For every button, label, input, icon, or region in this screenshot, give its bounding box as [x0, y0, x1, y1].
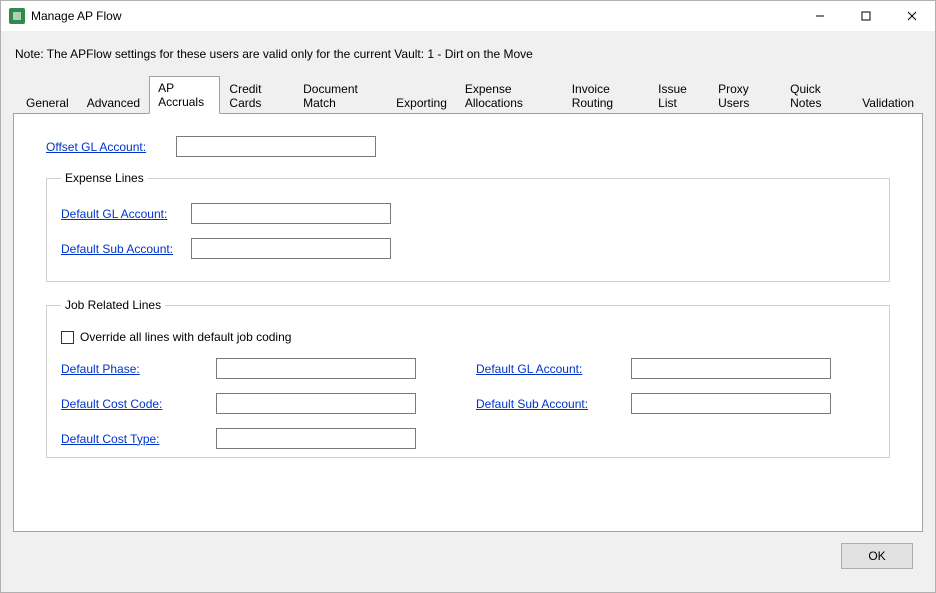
- row-override-checkbox: Override all lines with default job codi…: [61, 330, 875, 344]
- maximize-button[interactable]: [843, 1, 889, 31]
- close-button[interactable]: [889, 1, 935, 31]
- tab-quick-notes[interactable]: Quick Notes: [781, 77, 853, 114]
- tab-general[interactable]: General: [17, 91, 78, 114]
- maximize-icon: [861, 11, 871, 21]
- default-cost-code-input[interactable]: [216, 393, 416, 414]
- expense-default-sub-label[interactable]: Default Sub Account:: [61, 242, 191, 256]
- tab-issue-list[interactable]: Issue List: [649, 77, 709, 114]
- titlebar-left: Manage AP Flow: [9, 8, 122, 24]
- tab-page-ap-accruals: Offset GL Account: Expense Lines Default…: [13, 113, 923, 532]
- group-job-related-lines: Job Related Lines Override all lines wit…: [46, 298, 890, 458]
- minimize-button[interactable]: [797, 1, 843, 31]
- row-offset-gl: Offset GL Account:: [46, 136, 890, 157]
- default-cost-code-label[interactable]: Default Cost Code:: [61, 397, 216, 411]
- close-icon: [907, 11, 917, 21]
- tab-credit-cards[interactable]: Credit Cards: [220, 77, 294, 114]
- offset-gl-account-label[interactable]: Offset GL Account:: [46, 140, 176, 154]
- job-default-gl-label[interactable]: Default GL Account:: [476, 362, 631, 376]
- job-default-sub-input[interactable]: [631, 393, 831, 414]
- expense-default-gl-label[interactable]: Default GL Account:: [61, 207, 191, 221]
- expense-default-sub-input[interactable]: [191, 238, 391, 259]
- tab-document-match[interactable]: Document Match: [294, 77, 387, 114]
- tab-advanced[interactable]: Advanced: [78, 91, 149, 114]
- row-expense-default-gl: Default GL Account:: [61, 203, 875, 224]
- ok-button[interactable]: OK: [841, 543, 913, 569]
- window-title: Manage AP Flow: [31, 9, 122, 23]
- tab-exporting[interactable]: Exporting: [387, 91, 456, 114]
- override-job-coding-label: Override all lines with default job codi…: [80, 330, 291, 344]
- dialog-footer: OK: [13, 532, 923, 580]
- default-phase-input[interactable]: [216, 358, 416, 379]
- tab-ap-accruals[interactable]: AP Accruals: [149, 76, 220, 114]
- job-default-sub-label[interactable]: Default Sub Account:: [476, 397, 631, 411]
- note-text: Note: The APFlow settings for these user…: [13, 41, 923, 75]
- default-phase-label[interactable]: Default Phase:: [61, 362, 216, 376]
- override-job-coding-checkbox[interactable]: [61, 331, 74, 344]
- default-cost-type-input[interactable]: [216, 428, 416, 449]
- app-icon: [9, 8, 25, 24]
- default-cost-type-label[interactable]: Default Cost Type:: [61, 432, 216, 446]
- expense-lines-legend: Expense Lines: [61, 171, 148, 185]
- tab-validation[interactable]: Validation: [853, 91, 923, 114]
- row-expense-default-sub: Default Sub Account:: [61, 238, 875, 259]
- job-grid: Default Phase: Default GL Account: Defau…: [61, 358, 875, 449]
- group-expense-lines: Expense Lines Default GL Account: Defaul…: [46, 171, 890, 282]
- tab-invoice-routing[interactable]: Invoice Routing: [563, 77, 649, 114]
- tab-expense-allocations[interactable]: Expense Allocations: [456, 77, 563, 114]
- job-default-gl-input[interactable]: [631, 358, 831, 379]
- expense-default-gl-input[interactable]: [191, 203, 391, 224]
- dialog-body: Note: The APFlow settings for these user…: [1, 31, 935, 592]
- job-related-lines-legend: Job Related Lines: [61, 298, 165, 312]
- titlebar: Manage AP Flow: [1, 1, 935, 31]
- window-controls: [797, 1, 935, 31]
- minimize-icon: [815, 11, 825, 21]
- window-frame: Manage AP Flow Note: The APFlow settings…: [0, 0, 936, 593]
- tab-proxy-users[interactable]: Proxy Users: [709, 77, 781, 114]
- offset-gl-account-input[interactable]: [176, 136, 376, 157]
- tabstrip: General Advanced AP Accruals Credit Card…: [13, 75, 923, 113]
